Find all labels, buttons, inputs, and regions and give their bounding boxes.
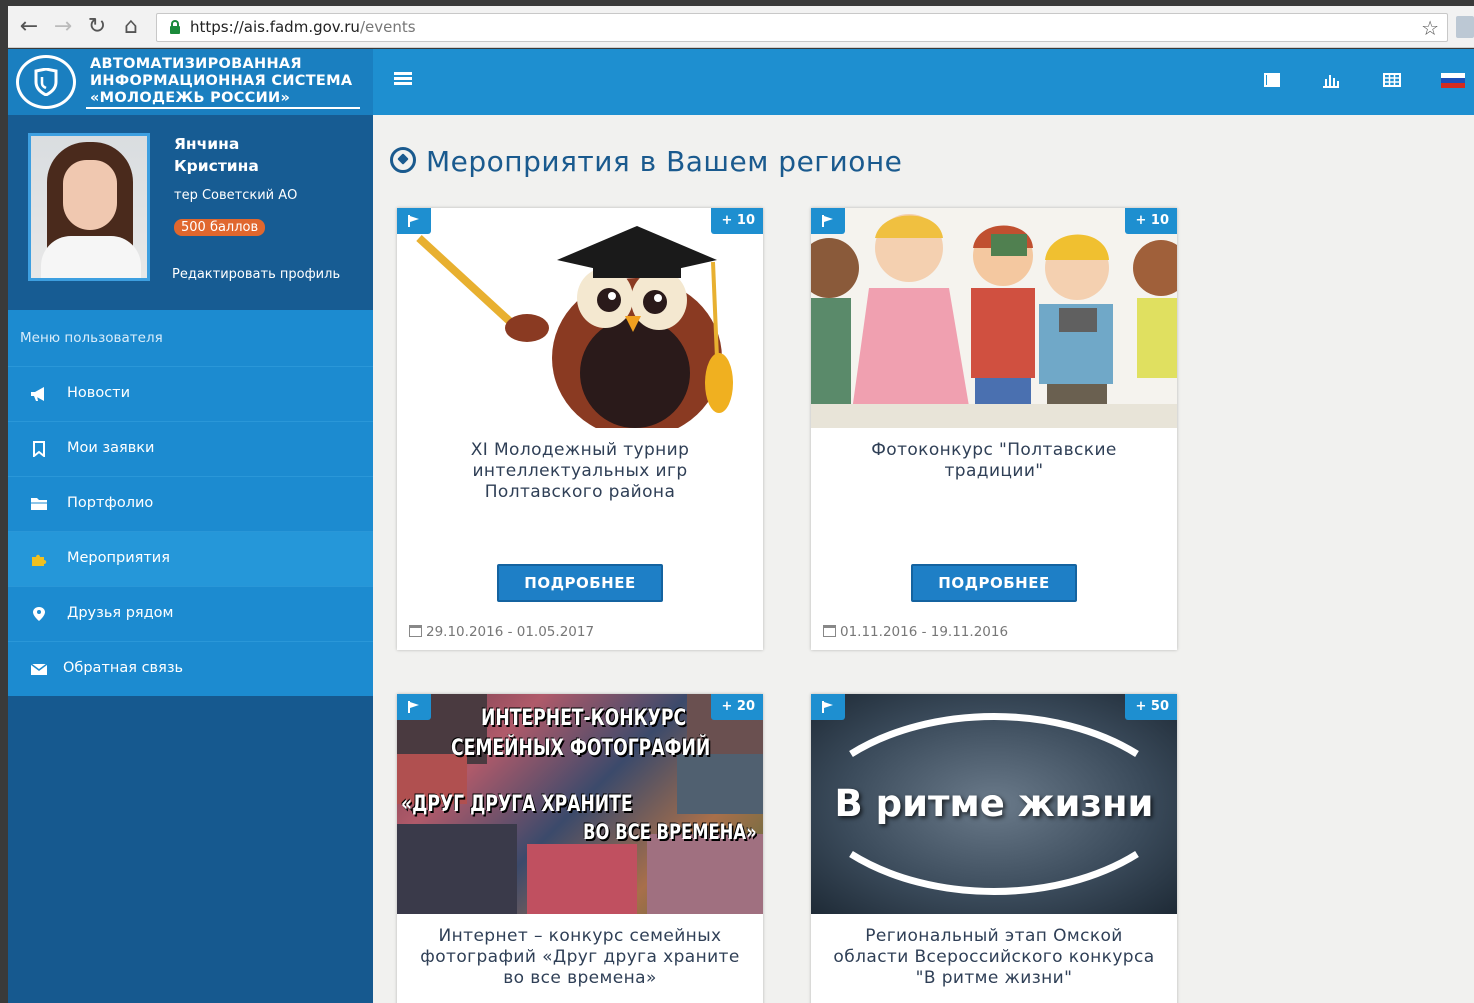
flag-icon xyxy=(822,215,833,227)
brand-underline xyxy=(86,107,360,109)
event-card[interactable]: + 10 Фотоконкурс "Полтавские традиции" П… xyxy=(811,208,1177,650)
home-icon[interactable]: ⌂ xyxy=(118,14,144,40)
shield-logo-icon xyxy=(16,55,76,109)
user-menu: Новости Мои заявки Портфолио Мероприятия… xyxy=(8,366,373,696)
event-title[interactable]: Фотоконкурс "Полтавские традиции" xyxy=(831,440,1157,482)
event-image-rhythm[interactable]: В ритме жизни xyxy=(811,694,1177,914)
sidebar-item-friends[interactable]: Друзья рядом xyxy=(8,586,373,641)
book-icon[interactable] xyxy=(1263,72,1281,88)
event-title[interactable]: Интернет – конкурс семейных фотографий «… xyxy=(417,926,743,989)
user-region: тер Советский АО xyxy=(174,188,298,203)
event-title[interactable]: Региональный этап Омской области Всеросс… xyxy=(831,926,1157,989)
sidebar-item-feedback[interactable]: Обратная связь xyxy=(8,641,373,696)
event-points-badge: + 50 xyxy=(1125,694,1177,720)
event-points-badge: + 10 xyxy=(711,208,763,234)
envelope-icon xyxy=(30,663,48,675)
app-header: АВТОМАТИЗИРОВАННАЯ ИНФОРМАЦИОННАЯ СИСТЕМ… xyxy=(8,49,1474,115)
user-profile: Янчина Кристина тер Советский АО 500 бал… xyxy=(8,115,373,310)
page-title: Мероприятия в Вашем регионе xyxy=(390,145,902,178)
flag-badge xyxy=(397,694,431,720)
lock-icon xyxy=(169,20,180,34)
main-content: Мероприятия в Вашем регионе + 10 XI Моло… xyxy=(373,115,1474,1003)
flag-badge xyxy=(811,694,845,720)
sidebar-item-news[interactable]: Новости xyxy=(8,366,373,421)
details-button[interactable]: ПОДРОБНЕЕ xyxy=(497,564,663,602)
edit-profile-link[interactable]: Редактировать профиль xyxy=(172,267,340,282)
event-dates: 01.11.2016 - 19.11.2016 xyxy=(823,624,1008,640)
megaphone-icon xyxy=(31,387,44,401)
reload-icon[interactable]: ↻ xyxy=(84,14,110,40)
sidebar-item-label: Мои заявки xyxy=(67,440,155,456)
sidebar-item-label: Мероприятия xyxy=(67,550,170,566)
sidebar-item-label: Новости xyxy=(67,385,131,401)
back-arrow-icon[interactable]: ← xyxy=(16,14,42,40)
brand-title: АВТОМАТИЗИРОВАННАЯ ИНФОРМАЦИОННАЯ СИСТЕМ… xyxy=(90,56,353,106)
bar-chart-icon[interactable] xyxy=(1322,72,1340,88)
details-button[interactable]: ПОДРОБНЕЕ xyxy=(911,564,1077,602)
rhythm-caption: В ритме жизни xyxy=(834,782,1154,825)
event-image-kids[interactable] xyxy=(811,208,1177,428)
event-dates: 29.10.2016 - 01.05.2017 xyxy=(409,624,594,640)
forward-arrow-icon[interactable]: → xyxy=(50,14,76,40)
brand[interactable]: АВТОМАТИЗИРОВАННАЯ ИНФОРМАЦИОННАЯ СИСТЕМ… xyxy=(8,49,373,115)
russian-flag-icon[interactable] xyxy=(1441,72,1465,88)
extension-icon[interactable] xyxy=(1456,16,1474,38)
event-points-badge: + 20 xyxy=(711,694,763,720)
avatar[interactable] xyxy=(28,133,150,281)
event-title[interactable]: XI Молодежный турнир интеллектуальных иг… xyxy=(417,440,743,503)
sidebar-item-events[interactable]: Мероприятия xyxy=(8,531,373,586)
sidebar-item-requests[interactable]: Мои заявки xyxy=(8,421,373,476)
flag-badge xyxy=(397,208,431,234)
event-points-badge: + 10 xyxy=(1125,208,1177,234)
sidebar-item-label: Друзья рядом xyxy=(67,605,174,621)
map-marker-icon xyxy=(33,607,45,621)
flag-badge xyxy=(811,208,845,234)
event-image-owl[interactable] xyxy=(397,208,763,428)
folder-icon xyxy=(31,498,47,510)
sidebar-item-label: Портфолио xyxy=(67,495,154,511)
sidebar: Янчина Кристина тер Советский АО 500 бал… xyxy=(8,115,373,1003)
bookmark-icon xyxy=(33,441,45,457)
compass-icon xyxy=(390,147,416,173)
event-card[interactable]: + 10 XI Молодежный турнир интеллектуальн… xyxy=(397,208,763,650)
menu-toggle-icon[interactable] xyxy=(394,72,412,86)
table-icon[interactable] xyxy=(1383,72,1401,88)
address-bar[interactable]: https://ais.fadm.gov.ru/events ☆ xyxy=(156,13,1448,42)
flag-icon xyxy=(408,215,419,227)
event-image-family-collage[interactable]: ИНТЕРНЕТ-КОНКУРС СЕМЕЙНЫХ ФОТОГРАФИЙ «ДР… xyxy=(397,694,763,914)
event-card[interactable]: В ритме жизни + 50 Региональный этап Омс… xyxy=(811,694,1177,1003)
url-text: https://ais.fadm.gov.ru/events xyxy=(190,18,416,36)
menu-heading: Меню пользователя xyxy=(8,310,373,366)
calendar-icon xyxy=(409,625,422,637)
collage-caption: ИНТЕРНЕТ-КОНКУРС СЕМЕЙНЫХ ФОТОГРАФИЙ «ДР… xyxy=(401,706,757,844)
points-badge: 500 баллов xyxy=(174,219,266,236)
calendar-icon xyxy=(823,625,836,637)
flag-icon xyxy=(822,701,833,713)
sidebar-item-portfolio[interactable]: Портфолио xyxy=(8,476,373,531)
event-card[interactable]: ИНТЕРНЕТ-КОНКУРС СЕМЕЙНЫХ ФОТОГРАФИЙ «ДР… xyxy=(397,694,763,1003)
puzzle-icon xyxy=(32,554,47,566)
user-name: Янчина Кристина xyxy=(174,135,259,175)
flag-icon xyxy=(408,701,419,713)
bookmark-star-icon[interactable]: ☆ xyxy=(1421,16,1439,40)
browser-toolbar: ← → ↻ ⌂ https://ais.fadm.gov.ru/events ☆ xyxy=(8,6,1474,48)
sidebar-item-label: Обратная связь xyxy=(63,660,184,676)
